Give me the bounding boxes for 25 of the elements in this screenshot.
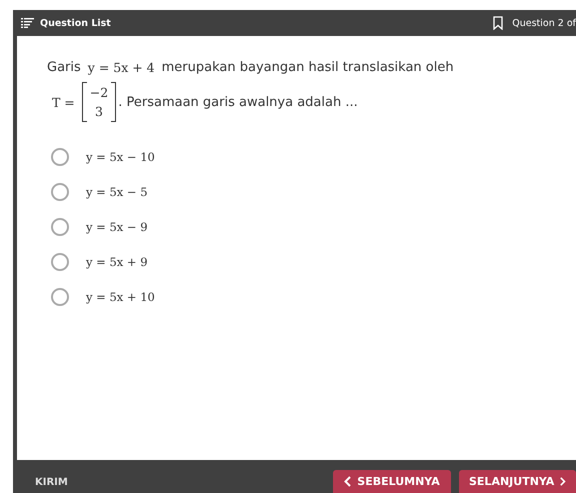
- chevron-left-icon: [344, 476, 352, 487]
- answer-option[interactable]: y = 5x − 5: [86, 185, 148, 199]
- math-expression: y = 5x + 4: [88, 60, 155, 74]
- previous-button[interactable]: SEBELUMNYA: [333, 470, 451, 493]
- answer-option[interactable]: y = 5x + 9: [86, 255, 148, 269]
- radio-button[interactable]: [51, 183, 69, 201]
- submit-button[interactable]: KIRIM: [35, 477, 68, 488]
- question-list-button[interactable]: Question List: [21, 18, 111, 28]
- chevron-right-icon: [560, 476, 566, 487]
- question-text: Garis: [47, 60, 81, 74]
- matrix-vector: −2 3: [82, 82, 116, 122]
- math-expression: T =: [52, 94, 75, 110]
- answer-option[interactable]: y = 5x − 10: [86, 150, 155, 164]
- question-text: . Persamaan garis awalnya adalah ...: [118, 94, 358, 110]
- list-icon: [21, 18, 34, 28]
- next-button[interactable]: SELANJUTNYA: [459, 470, 576, 493]
- radio-button[interactable]: [51, 253, 69, 271]
- radio-button[interactable]: [51, 288, 69, 306]
- answer-option[interactable]: y = 5x + 10: [86, 290, 155, 304]
- bookmark-icon[interactable]: [493, 16, 504, 30]
- answer-option[interactable]: y = 5x − 9: [86, 220, 148, 234]
- radio-button[interactable]: [51, 148, 69, 166]
- radio-button[interactable]: [51, 218, 69, 236]
- question-counter: Question 2 of: [512, 18, 576, 28]
- question-text: merupakan bayangan hasil translasikan oleh: [162, 60, 454, 74]
